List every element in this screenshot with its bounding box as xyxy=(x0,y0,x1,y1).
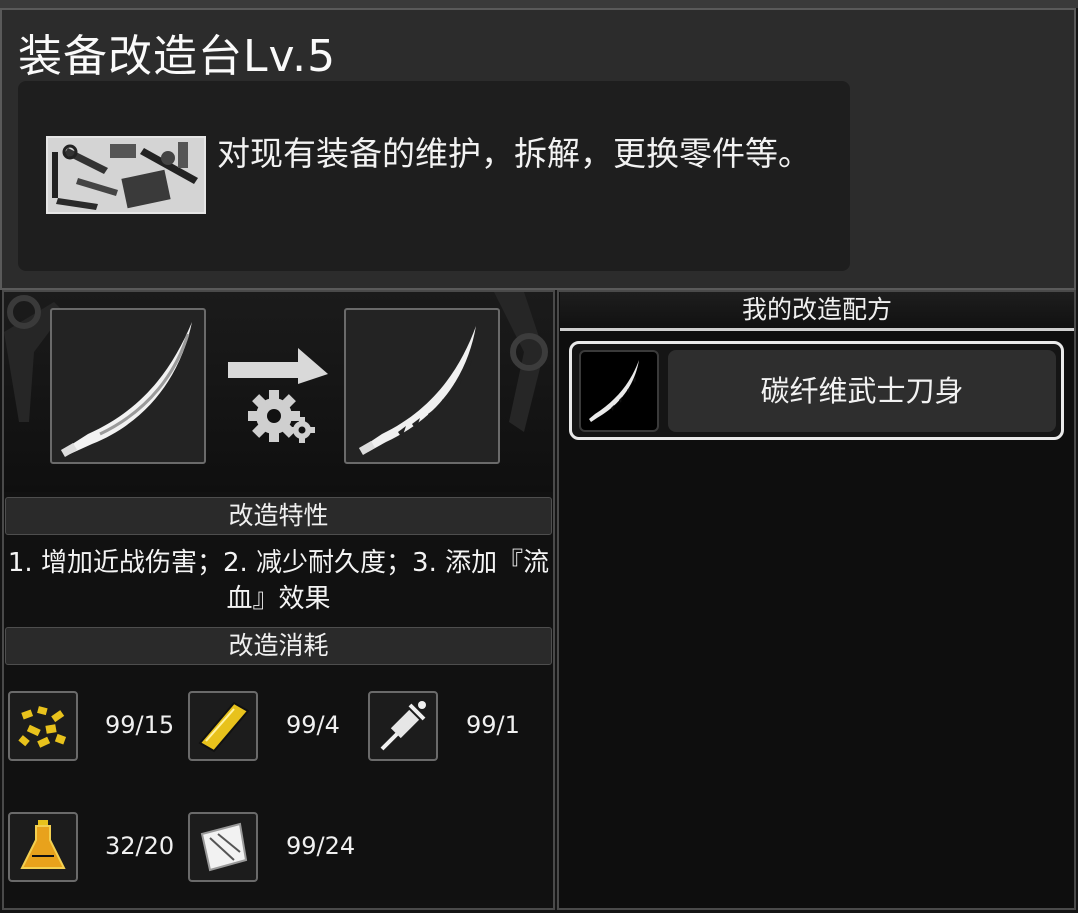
material-slot-2[interactable] xyxy=(188,691,258,761)
material-slot-4[interactable] xyxy=(8,812,78,882)
metal-plate-icon xyxy=(198,701,250,753)
cost-header: 改造消耗 xyxy=(5,627,552,665)
material-count-3: 99/1 xyxy=(466,711,520,739)
page-title: 装备改造台Lv.5 xyxy=(18,31,337,82)
material-slot-3[interactable] xyxy=(368,691,438,761)
cloth-sheet-icon xyxy=(200,822,248,872)
katana-blade-icon xyxy=(60,322,192,457)
syringe-tool-icon xyxy=(380,701,426,751)
serrated-katana-blade-icon xyxy=(358,326,476,455)
katana-blade-icon xyxy=(589,360,639,422)
material-slot-5[interactable] xyxy=(188,812,258,882)
potion-flask-icon xyxy=(20,820,66,869)
material-slot-1[interactable] xyxy=(8,691,78,761)
gears-icon xyxy=(228,348,328,443)
scrap-metal-icon xyxy=(18,706,67,748)
material-count-4: 32/20 xyxy=(105,832,175,860)
recipe-thumbnail xyxy=(579,350,659,432)
workbench-tools-icon xyxy=(46,136,206,214)
material-count-2: 99/4 xyxy=(286,711,340,739)
recipes-header: 我的改造配方 xyxy=(560,292,1074,331)
recipe-name: 碳纤维武士刀身 xyxy=(668,350,1056,432)
material-count-1: 99/15 xyxy=(105,711,175,739)
workbench-description: 对现有装备的维护，拆解，更换零件等。 xyxy=(217,134,811,173)
traits-description: 1. 增加近战伤害；2. 减少耐久度；3. 添加『流血』效果 xyxy=(7,548,550,614)
traits-header: 改造特性 xyxy=(5,497,552,535)
source-item-slot[interactable] xyxy=(50,308,206,464)
material-count-5: 99/24 xyxy=(286,832,356,860)
result-item-slot[interactable] xyxy=(344,308,500,464)
top-strip xyxy=(0,0,1078,8)
